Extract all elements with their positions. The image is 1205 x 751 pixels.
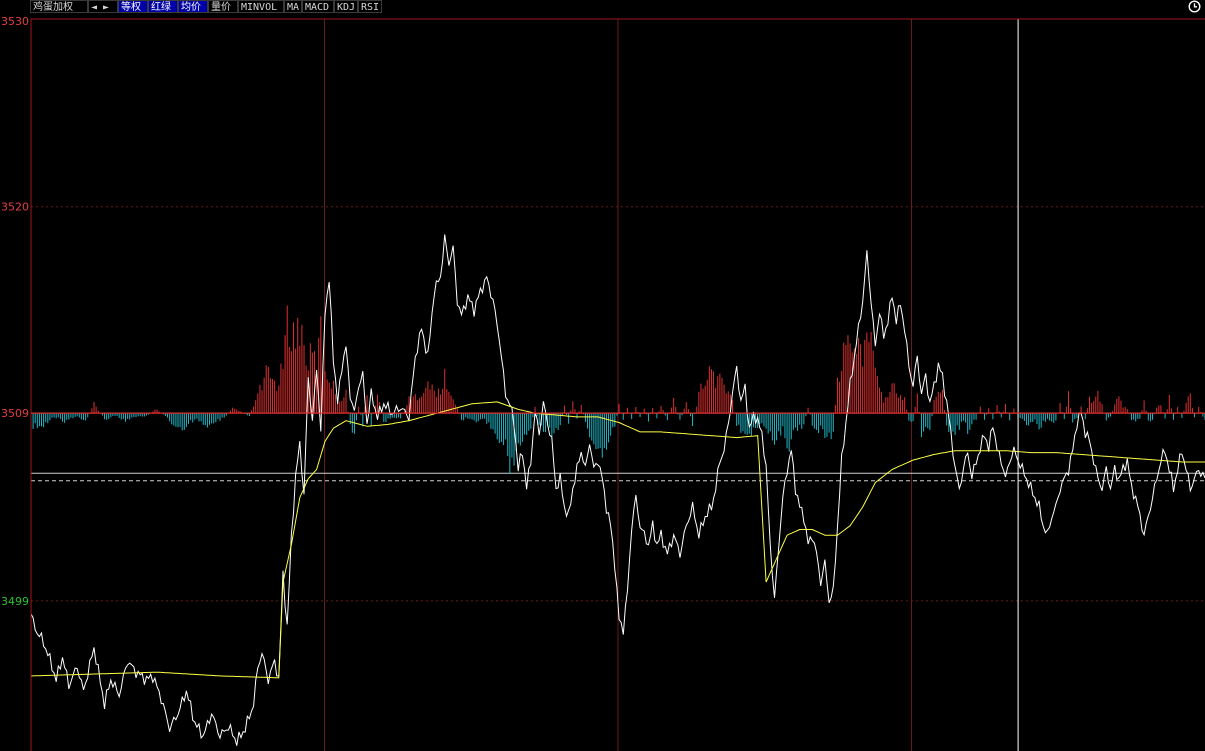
y-tick-label: 3520 (1, 201, 29, 214)
intraday-chart[interactable]: 3530 3520 3509 3499 (0, 0, 1205, 751)
y-tick-label: 3530 (1, 15, 29, 28)
toolbar-item-2[interactable]: 等权 (118, 0, 148, 13)
y-axis-labels: 3530 3520 3509 3499 (1, 15, 29, 608)
clock-icon[interactable] (1188, 0, 1201, 13)
toolbar-item-4[interactable]: 均价 (178, 0, 208, 13)
toolbar-item-5[interactable]: 量价 (208, 0, 238, 13)
toolbar-item-1[interactable]: ◄ ► (88, 0, 118, 13)
toolbar-item-9[interactable]: KDJ (334, 0, 358, 13)
toolbar-item-6[interactable]: MINVOL (238, 0, 284, 13)
toolbar-item-3[interactable]: 红绿 (148, 0, 178, 13)
y-tick-label: 3509 (1, 407, 29, 420)
y-tick-label: 3499 (1, 595, 29, 608)
toolbar: 鸡蛋加权 ◄ ► 等权 红绿 均价 量价 MINVOL MA MACD KDJ RSI (0, 0, 1205, 14)
toolbar-item-7[interactable]: MA (284, 0, 302, 13)
toolbar-item-0[interactable]: 鸡蛋加权 (30, 0, 88, 13)
grid-layer (31, 19, 1205, 751)
toolbar-item-8[interactable]: MACD (302, 0, 334, 13)
toolbar-item-10[interactable]: RSI (358, 0, 382, 13)
